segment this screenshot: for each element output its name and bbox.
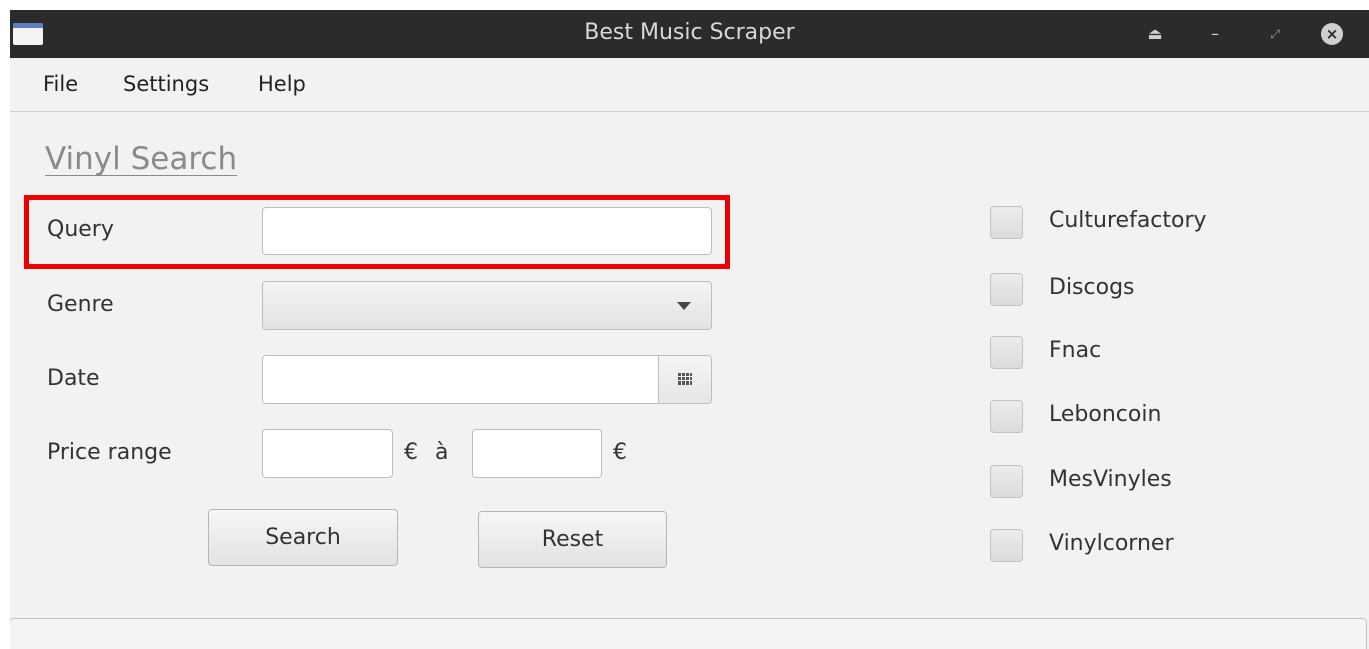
date-picker-button[interactable] xyxy=(658,356,711,403)
site-checkbox[interactable] xyxy=(990,529,1023,562)
site-option-leboncoin[interactable]: Leboncoin xyxy=(990,400,1290,434)
site-label: MesVinyles xyxy=(1049,467,1172,492)
price-max-input[interactable] xyxy=(472,429,602,478)
close-button[interactable]: × xyxy=(1318,20,1346,48)
maximize-icon[interactable]: ⤢ xyxy=(1261,20,1289,48)
date-input[interactable] xyxy=(263,356,659,403)
site-option-vinylcorner[interactable]: Vinylcorner xyxy=(990,529,1290,563)
app-window: Best Music Scraper ⏏ – ⤢ × File Settings… xyxy=(10,10,1369,649)
genre-select[interactable] xyxy=(262,281,712,330)
minimize-icon[interactable]: – xyxy=(1201,20,1229,48)
site-label: Leboncoin xyxy=(1049,402,1162,427)
range-separator: à xyxy=(435,440,449,465)
section-title: Vinyl Search xyxy=(45,141,238,177)
genre-label: Genre xyxy=(47,292,114,317)
menu-settings[interactable]: Settings xyxy=(121,58,211,111)
currency-label-min: € xyxy=(404,440,418,465)
currency-label-max: € xyxy=(613,440,627,465)
menu-file[interactable]: File xyxy=(41,58,80,111)
site-label: Culturefactory xyxy=(1049,208,1207,233)
site-checkbox[interactable] xyxy=(990,336,1023,369)
date-picker xyxy=(262,355,712,404)
site-option-fnac[interactable]: Fnac xyxy=(990,336,1290,370)
calendar-icon xyxy=(678,373,692,385)
date-label: Date xyxy=(47,366,100,391)
site-checkbox[interactable] xyxy=(990,206,1023,239)
site-option-discogs[interactable]: Discogs xyxy=(990,273,1290,307)
site-label: Vinylcorner xyxy=(1049,531,1174,556)
eject-icon[interactable]: ⏏ xyxy=(1141,20,1169,48)
site-label: Fnac xyxy=(1049,338,1102,363)
chevron-down-icon xyxy=(677,302,691,310)
query-input[interactable] xyxy=(262,207,712,255)
price-min-input[interactable] xyxy=(262,429,393,478)
query-label: Query xyxy=(47,217,114,242)
site-option-mesvinyles[interactable]: MesVinyles xyxy=(990,465,1290,499)
site-label: Discogs xyxy=(1049,275,1135,300)
results-panel xyxy=(10,618,1367,649)
menu-bar: File Settings Help xyxy=(10,58,1369,112)
site-option-culturefactory[interactable]: Culturefactory xyxy=(990,206,1290,240)
site-checkbox[interactable] xyxy=(990,400,1023,433)
site-checkbox[interactable] xyxy=(990,273,1023,306)
title-bar[interactable]: Best Music Scraper ⏏ – ⤢ × xyxy=(10,10,1369,58)
site-checkbox[interactable] xyxy=(990,465,1023,498)
close-icon: × xyxy=(1321,23,1343,45)
search-button[interactable]: Search xyxy=(208,509,398,566)
price-range-label: Price range xyxy=(47,440,172,465)
reset-button[interactable]: Reset xyxy=(478,511,667,568)
menu-help[interactable]: Help xyxy=(256,58,308,111)
